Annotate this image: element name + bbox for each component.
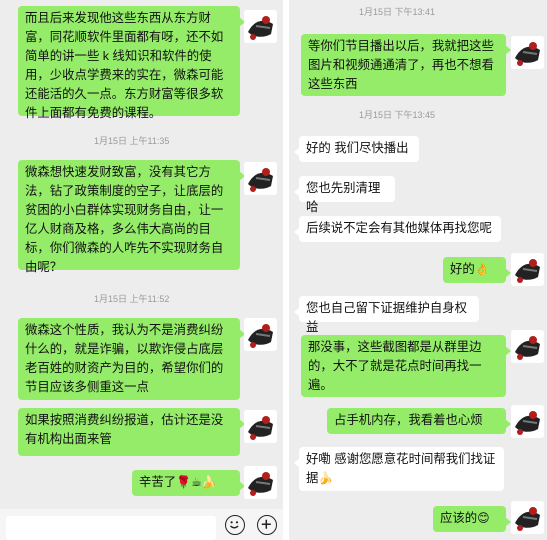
- avatar[interactable]: [244, 318, 277, 351]
- message-bubble[interactable]: 后续说不定会有其他媒体再找您呢: [294, 216, 501, 242]
- timestamp: 1月15日 上午11:52: [94, 294, 170, 304]
- message-text: 好的 我们尽快播出: [306, 141, 409, 155]
- message-bubble[interactable]: 而且后来发现他这些东西从东方财富，同花顺软件里面都有呀，还不如简单的讲一些 k …: [18, 6, 245, 120]
- message-bubble[interactable]: 占手机内存，我看着也心烦: [327, 408, 511, 434]
- message-text: 那没事，这些截图都是从群里边的，大不了就是花点时间再找一遍。: [308, 340, 482, 392]
- message-text: 微森想快速发财致富，没有其它方法，钻了政策制度的空子，让底层的贫困的小白群体实现…: [25, 165, 224, 274]
- message-bubble[interactable]: 那没事，这些截图都是从群里边的，大不了就是花点时间再找一遍。: [301, 335, 511, 397]
- message-text: 而且后来发现他这些东西从东方财富，同花顺软件里面都有呀，还不如简单的讲一些 k …: [25, 11, 224, 120]
- message-bubble[interactable]: 好的👌: [443, 257, 511, 283]
- avatar[interactable]: [511, 501, 544, 534]
- avatar[interactable]: [511, 405, 544, 438]
- right-chat-panel: 1月15日 下午13:41 等你们节目播出以后，我就把这些图片和视频通通清了，再…: [289, 0, 547, 540]
- message-bubble[interactable]: 如果按照消费纠纷报道，估计还是没有机构出面来管: [18, 408, 245, 456]
- avatar[interactable]: [511, 36, 544, 69]
- message-bubble[interactable]: 微森想快速发财致富，没有其它方法，钻了政策制度的空子，让底层的贫困的小白群体实现…: [18, 160, 245, 274]
- message-text: 占手机内存，我看着也心烦: [334, 413, 483, 427]
- avatar[interactable]: [511, 253, 544, 286]
- message-text: 等你们节目播出以后，我就把这些图片和视频通通清了，再也不想看这些东西: [308, 39, 494, 91]
- message-bubble[interactable]: 您也先别清理哈: [294, 176, 395, 214]
- left-chat-panel: 而且后来发现他这些东西从东方财富，同花顺软件里面都有呀，还不如简单的讲一些 k …: [0, 0, 283, 540]
- message-bubble[interactable]: 微森这个性质，我认为不是消费纠纷什么的，就是诈骗，以欺诈侵占底层老百姓的财资产为…: [18, 318, 245, 400]
- message-text: 微森这个性质，我认为不是消费纠纷什么的，就是诈骗，以欺诈侵占底层老百姓的财资产为…: [25, 323, 224, 394]
- message-text: 您也先别清理哈: [306, 181, 381, 214]
- emoji-glyphs: 😊: [477, 511, 490, 525]
- avatar[interactable]: [511, 330, 544, 363]
- message-bubble[interactable]: 好嘞 感谢您愿意花时间帮我们找证据🍌: [294, 447, 504, 491]
- message-text: 应该的: [440, 511, 478, 525]
- emoji-glyphs: 🍌: [318, 471, 334, 485]
- message-bubble[interactable]: 应该的😊: [433, 506, 511, 532]
- message-input[interactable]: [6, 516, 216, 540]
- avatar[interactable]: [244, 466, 277, 499]
- smile-icon[interactable]: [225, 515, 245, 535]
- avatar[interactable]: [244, 162, 277, 195]
- message-text: 如果按照消费纠纷报道，估计还是没有机构出面来管: [25, 413, 224, 446]
- message-text: 后续说不定会有其他媒体再找您呢: [306, 221, 492, 235]
- message-bubble[interactable]: 好的 我们尽快播出: [294, 136, 419, 162]
- message-bubble[interactable]: 您也自己留下证据维护自身权益: [294, 296, 479, 334]
- message-bubble[interactable]: 等你们节目播出以后，我就把这些图片和视频通通清了，再也不想看这些东西: [301, 34, 511, 96]
- emoji-glyphs: 🌹☕🍌: [176, 475, 217, 489]
- input-bar: [0, 509, 283, 540]
- emoji-glyphs: 👌: [474, 262, 490, 276]
- message-text: 好嘞 感谢您愿意花时间帮我们找证据: [306, 452, 496, 485]
- message-text: 好的: [450, 262, 475, 276]
- avatar[interactable]: [244, 10, 277, 43]
- timestamp: 1月15日 上午11:35: [94, 136, 170, 146]
- plus-icon[interactable]: [257, 515, 277, 535]
- message-bubble[interactable]: 辛苦了🌹☕🍌: [132, 470, 245, 496]
- avatar[interactable]: [244, 410, 277, 443]
- message-text: 您也自己留下证据维护自身权益: [306, 301, 468, 334]
- timestamp: 1月15日 下午13:41: [359, 7, 436, 17]
- message-text: 辛苦了: [139, 475, 177, 489]
- timestamp: 1月15日 下午13:45: [359, 110, 436, 120]
